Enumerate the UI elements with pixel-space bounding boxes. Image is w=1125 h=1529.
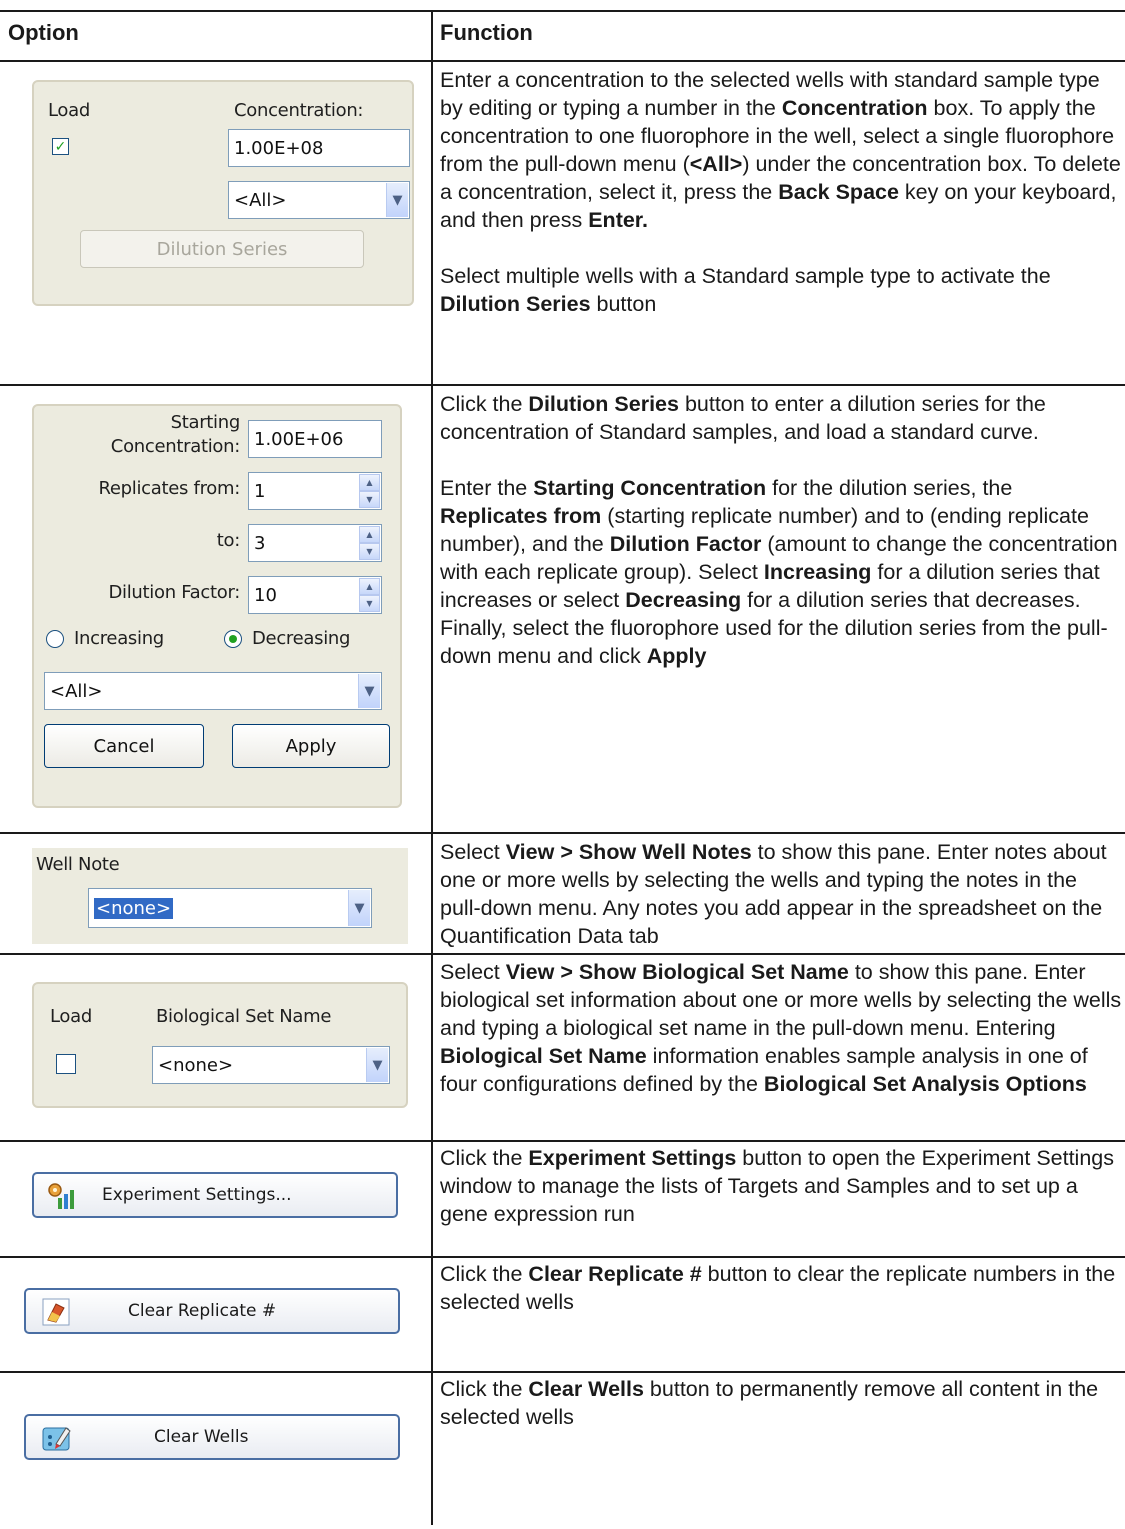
biological-set-select[interactable]: <none> ▼ bbox=[152, 1046, 390, 1084]
eraser-icon bbox=[42, 1298, 70, 1326]
biological-set-name-label: Biological Set Name bbox=[156, 1006, 332, 1027]
fluorophore-select-value: <All> bbox=[234, 189, 287, 211]
replicates-from-label: Replicates from: bbox=[98, 478, 240, 499]
concentration-input[interactable]: 1.00E+08 bbox=[228, 129, 410, 167]
starting-label-line2: Concentration: bbox=[110, 436, 241, 457]
function-dilution-intro: Click the Dilution Series button to ente… bbox=[440, 392, 1046, 444]
cancel-button[interactable]: Cancel bbox=[44, 724, 204, 768]
column-divider bbox=[431, 10, 433, 1525]
well-note-panel: Well Note <none> ▼ bbox=[32, 848, 408, 944]
load-label: Load bbox=[48, 100, 90, 121]
biological-set-panel: Load Biological Set Name <none> ▼ bbox=[32, 982, 408, 1108]
replicates-from-spinner[interactable]: ▲ ▼ bbox=[359, 474, 380, 508]
well-note-label: Well Note bbox=[36, 854, 120, 875]
experiment-settings-icon bbox=[48, 1183, 74, 1209]
checkmark-icon: ✓ bbox=[54, 138, 67, 154]
starting-concentration-input[interactable]: 1.00E+06 bbox=[248, 420, 382, 458]
dilution-series-button[interactable]: Dilution Series bbox=[80, 230, 364, 268]
function-well-note: Select View > Show Well Notes to show th… bbox=[440, 838, 1122, 950]
concentration-label: Concentration: bbox=[234, 100, 364, 121]
row-rule-6 bbox=[0, 1371, 1125, 1373]
function-clear-wells: Click the Clear Wells button to permanen… bbox=[440, 1375, 1122, 1431]
spin-down-icon[interactable]: ▼ bbox=[359, 543, 380, 560]
decreasing-radio[interactable] bbox=[224, 630, 242, 648]
row-rule-2 bbox=[0, 832, 1125, 834]
spin-down-icon[interactable]: ▼ bbox=[359, 595, 380, 612]
replicates-from-value: 1 bbox=[254, 480, 266, 502]
replicates-to-input[interactable]: 3 ▲ ▼ bbox=[248, 524, 382, 562]
replicates-from-input[interactable]: 1 ▲ ▼ bbox=[248, 472, 382, 510]
to-label: to: bbox=[216, 530, 241, 551]
bio-load-label: Load bbox=[50, 1006, 92, 1027]
function-well-note-text: Select View > Show Well Notes to show th… bbox=[440, 840, 1107, 948]
clear-replicate-label: Clear Replicate # bbox=[128, 1301, 277, 1321]
starting-label-line1: Starting bbox=[170, 412, 241, 433]
function-dilution-series: Click the Dilution Series button to ente… bbox=[440, 390, 1122, 670]
decreasing-label: Decreasing bbox=[252, 628, 351, 649]
function-column-header: Function bbox=[440, 20, 533, 45]
increasing-label: Increasing bbox=[74, 628, 164, 649]
header-rule bbox=[0, 60, 1125, 62]
spin-up-icon[interactable]: ▲ bbox=[359, 474, 380, 491]
clear-wells-label: Clear Wells bbox=[154, 1427, 249, 1447]
function-concentration: Enter a concentration to the selected we… bbox=[440, 66, 1122, 318]
function-biological-set-text: Select View > Show Biological Set Name t… bbox=[440, 960, 1122, 1096]
option-column-header: Option bbox=[8, 20, 79, 45]
clear-wells-icon bbox=[42, 1427, 71, 1451]
function-clear-wells-text: Click the Clear Wells button to permanen… bbox=[440, 1377, 1099, 1429]
increasing-radio[interactable] bbox=[46, 630, 64, 648]
function-concentration-text: Enter a concentration to the selected we… bbox=[440, 68, 1121, 232]
experiment-settings-button[interactable]: Experiment Settings... bbox=[32, 1172, 398, 1218]
row-rule-4 bbox=[0, 1140, 1125, 1142]
clear-wells-button[interactable]: Clear Wells bbox=[24, 1414, 400, 1460]
spin-up-icon[interactable]: ▲ bbox=[359, 526, 380, 543]
spin-up-icon[interactable]: ▲ bbox=[359, 578, 380, 595]
load-checkbox[interactable]: ✓ bbox=[52, 138, 69, 155]
function-dilution-detail: Enter the Starting Concentration for the… bbox=[440, 476, 1118, 668]
apply-button[interactable]: Apply bbox=[232, 724, 390, 768]
chevron-down-icon[interactable]: ▼ bbox=[358, 674, 380, 708]
experiment-settings-label: Experiment Settings... bbox=[102, 1185, 292, 1205]
clear-replicate-button[interactable]: Clear Replicate # bbox=[24, 1288, 400, 1334]
function-clear-replicate: Click the Clear Replicate # button to cl… bbox=[440, 1260, 1122, 1316]
replicates-to-value: 3 bbox=[254, 532, 266, 554]
function-clear-replicate-text: Click the Clear Replicate # button to cl… bbox=[440, 1262, 1116, 1314]
replicates-to-spinner[interactable]: ▲ ▼ bbox=[359, 526, 380, 560]
function-concentration-note: Select multiple wells with a Standard sa… bbox=[440, 264, 1051, 316]
well-note-select[interactable]: <none> ▼ bbox=[88, 888, 372, 928]
concentration-panel: Load ✓ Concentration: 1.00E+08 <All> ▼ D… bbox=[32, 80, 414, 306]
biological-set-value: <none> bbox=[158, 1054, 234, 1076]
dilution-factor-input[interactable]: 10 ▲ ▼ bbox=[248, 576, 382, 614]
function-experiment-settings: Click the Experiment Settings button to … bbox=[440, 1144, 1122, 1228]
function-experiment-settings-text: Click the Experiment Settings button to … bbox=[440, 1146, 1115, 1226]
dilution-series-panel: Starting Concentration: 1.00E+06 Replica… bbox=[32, 404, 402, 808]
row-rule-3 bbox=[0, 953, 1125, 955]
dilution-fluorophore-select[interactable]: <All> ▼ bbox=[44, 672, 382, 710]
dilution-factor-spinner[interactable]: ▲ ▼ bbox=[359, 578, 380, 612]
spin-down-icon[interactable]: ▼ bbox=[359, 491, 380, 508]
row-rule-1 bbox=[0, 384, 1125, 386]
dilution-factor-value: 10 bbox=[254, 584, 277, 606]
function-biological-set: Select View > Show Biological Set Name t… bbox=[440, 958, 1122, 1098]
chevron-down-icon[interactable]: ▼ bbox=[348, 890, 370, 926]
chevron-down-icon[interactable]: ▼ bbox=[366, 1048, 388, 1082]
bio-load-checkbox[interactable] bbox=[56, 1054, 76, 1074]
dilution-factor-label: Dilution Factor: bbox=[108, 582, 240, 603]
row-rule-5 bbox=[0, 1256, 1125, 1258]
well-note-value: <none> bbox=[94, 897, 174, 919]
table-top-rule bbox=[0, 10, 1125, 12]
dilution-fluorophore-value: <All> bbox=[50, 680, 103, 702]
concentration-fluorophore-select[interactable]: <All> ▼ bbox=[228, 181, 410, 219]
chevron-down-icon[interactable]: ▼ bbox=[386, 183, 408, 217]
